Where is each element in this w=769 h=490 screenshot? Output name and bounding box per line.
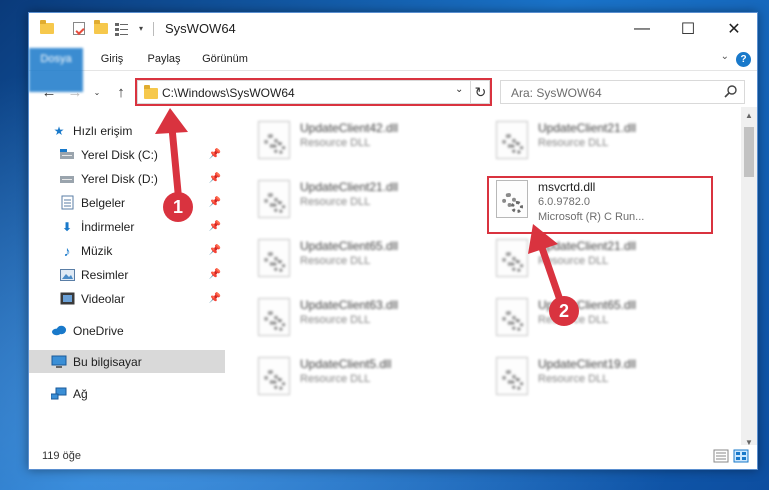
annotation-arrows <box>155 108 564 304</box>
step-2-badge: 2 <box>549 296 579 326</box>
step-1-badge: 1 <box>163 192 193 222</box>
